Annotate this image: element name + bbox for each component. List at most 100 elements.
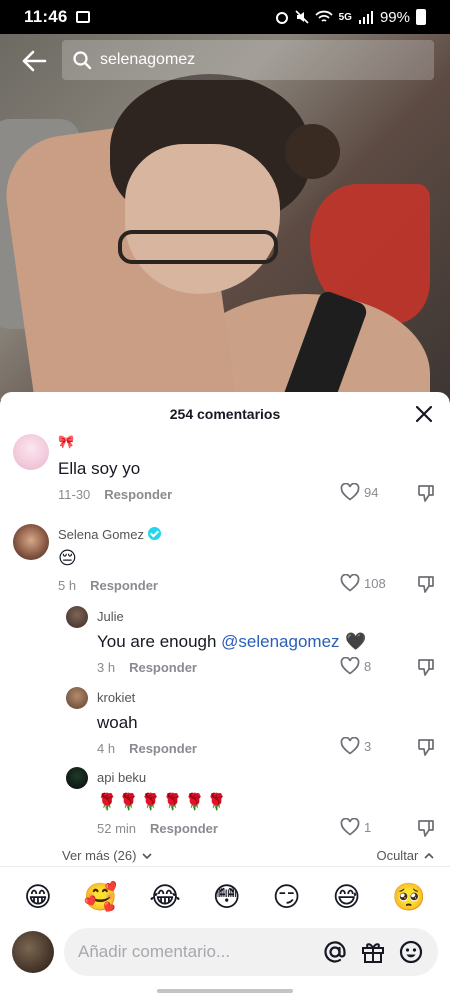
heart-icon	[340, 818, 360, 836]
emoji-button[interactable]: 😏	[273, 884, 301, 911]
username-text: Selena Gomez	[58, 527, 144, 542]
mute-icon	[295, 10, 309, 24]
wifi-icon	[314, 10, 333, 22]
emoji-button[interactable]: 😳	[213, 884, 241, 911]
comment-date: 11-30	[58, 487, 91, 502]
heart-icon	[340, 574, 360, 592]
status-bar: 11:46 5G 99%	[0, 0, 450, 34]
like-count: 3	[364, 738, 372, 754]
reply-text-emoji: 🖤	[339, 632, 367, 652]
video-shape	[118, 230, 278, 264]
reply-date: 3 h	[97, 660, 116, 675]
reply-meta: 3 h Responder	[97, 660, 197, 675]
avatar[interactable]	[13, 524, 49, 560]
view-more-replies-button[interactable]: Ver más (26)	[62, 848, 152, 863]
reply-text: 🌹🌹🌹🌹🌹🌹	[97, 792, 229, 811]
reply-username[interactable]: krokiet	[97, 690, 135, 705]
signal-icon	[358, 11, 373, 24]
dislike-button[interactable]	[416, 574, 436, 599]
reply-text: You are enough @selenagomez 🖤	[97, 632, 366, 652]
reply-username[interactable]: api beku	[97, 770, 146, 785]
battery-icon	[416, 9, 426, 25]
reply-meta: 4 h Responder	[97, 741, 197, 756]
dislike-button[interactable]	[416, 818, 436, 843]
like-count: 108	[364, 575, 386, 591]
home-indicator[interactable]	[157, 989, 293, 993]
comment-meta: 11-30 Responder	[58, 487, 172, 502]
video-shape	[125, 144, 280, 294]
reply-text-body: You are enough	[97, 632, 222, 651]
dislike-icon	[418, 820, 434, 837]
like-button[interactable]: 8	[340, 657, 371, 675]
dislike-icon	[418, 576, 434, 593]
close-button[interactable]	[414, 404, 434, 424]
gift-icon	[362, 943, 384, 963]
reply-button[interactable]: Responder	[129, 660, 197, 675]
gift-button[interactable]	[360, 939, 386, 965]
hide-replies-button[interactable]: Ocultar	[376, 848, 434, 863]
avatar[interactable]	[12, 931, 54, 973]
dislike-icon	[418, 739, 434, 756]
comment-text: 😔	[58, 548, 77, 569]
video-preview[interactable]	[0, 34, 450, 400]
avatar[interactable]	[66, 606, 88, 628]
reply-button[interactable]: Responder	[150, 821, 218, 836]
emoji-quick-bar: 😁 🥰 😂 😳 😏 😅 🥺	[0, 876, 450, 918]
search-query: selenagomez	[100, 51, 196, 68]
avatar[interactable]	[13, 434, 49, 470]
avatar[interactable]	[66, 687, 88, 709]
at-sign-icon	[324, 941, 346, 963]
reply-button[interactable]: Responder	[129, 741, 197, 756]
comments-count-title: 254 comentarios	[169, 406, 281, 422]
comment-text: Ella soy yo	[58, 459, 141, 478]
like-button[interactable]: 108	[340, 574, 386, 592]
verified-badge-icon	[148, 527, 161, 540]
reply-date: 52 min	[97, 821, 137, 836]
search-icon	[72, 50, 92, 70]
emoji-button[interactable]: 🥺	[392, 884, 426, 911]
dislike-button[interactable]	[416, 483, 436, 508]
smiley-icon	[399, 940, 423, 964]
reply-button[interactable]: Responder	[104, 487, 172, 502]
reply-button[interactable]: Responder	[90, 578, 158, 593]
video-shape	[285, 124, 340, 179]
comment-date: 5 h	[58, 578, 77, 593]
back-button[interactable]	[18, 46, 50, 76]
emoji-button[interactable]: 🥰	[84, 884, 118, 911]
search-input[interactable]: selenagomez	[62, 40, 434, 80]
emoji-button[interactable]: 😂	[149, 884, 181, 911]
comment-meta: 5 h Responder	[58, 578, 158, 593]
reply-text: woah	[97, 713, 138, 732]
like-count: 94	[364, 484, 379, 500]
avatar[interactable]	[66, 767, 88, 789]
comment-username[interactable]: Selena Gomez	[58, 527, 161, 542]
comment-input[interactable]: Añadir comentario...	[64, 928, 438, 976]
mention-link[interactable]: @selenagomez	[221, 632, 339, 651]
comment-composer: Añadir comentario...	[0, 928, 450, 978]
emoji-picker-button[interactable]	[398, 939, 424, 965]
close-icon	[415, 405, 433, 423]
divider	[0, 866, 450, 867]
like-count: 1	[364, 819, 372, 835]
like-button[interactable]: 94	[340, 483, 378, 501]
like-button[interactable]: 1	[340, 818, 371, 836]
status-icons: 5G 99%	[275, 9, 426, 26]
emoji-button[interactable]: 😅	[332, 884, 360, 911]
back-arrow-icon	[22, 50, 47, 72]
comments-header: 254 comentarios	[0, 392, 450, 436]
dislike-button[interactable]	[416, 657, 436, 682]
view-more-label: Ver más (26)	[62, 848, 137, 863]
emoji-button[interactable]: 😁	[24, 884, 52, 911]
reply-username[interactable]: Julie	[97, 609, 124, 624]
dislike-button[interactable]	[416, 737, 436, 762]
dislike-icon	[418, 659, 434, 676]
network-label: 5G	[338, 11, 352, 23]
battery-percent: 99%	[379, 8, 410, 26]
heart-icon	[340, 657, 360, 675]
mention-button[interactable]	[322, 939, 348, 965]
alarm-icon	[275, 12, 288, 24]
like-count: 8	[364, 658, 372, 674]
like-button[interactable]: 3	[340, 737, 371, 755]
heart-icon	[340, 737, 360, 755]
comment-username[interactable]: 🎀	[58, 435, 74, 450]
